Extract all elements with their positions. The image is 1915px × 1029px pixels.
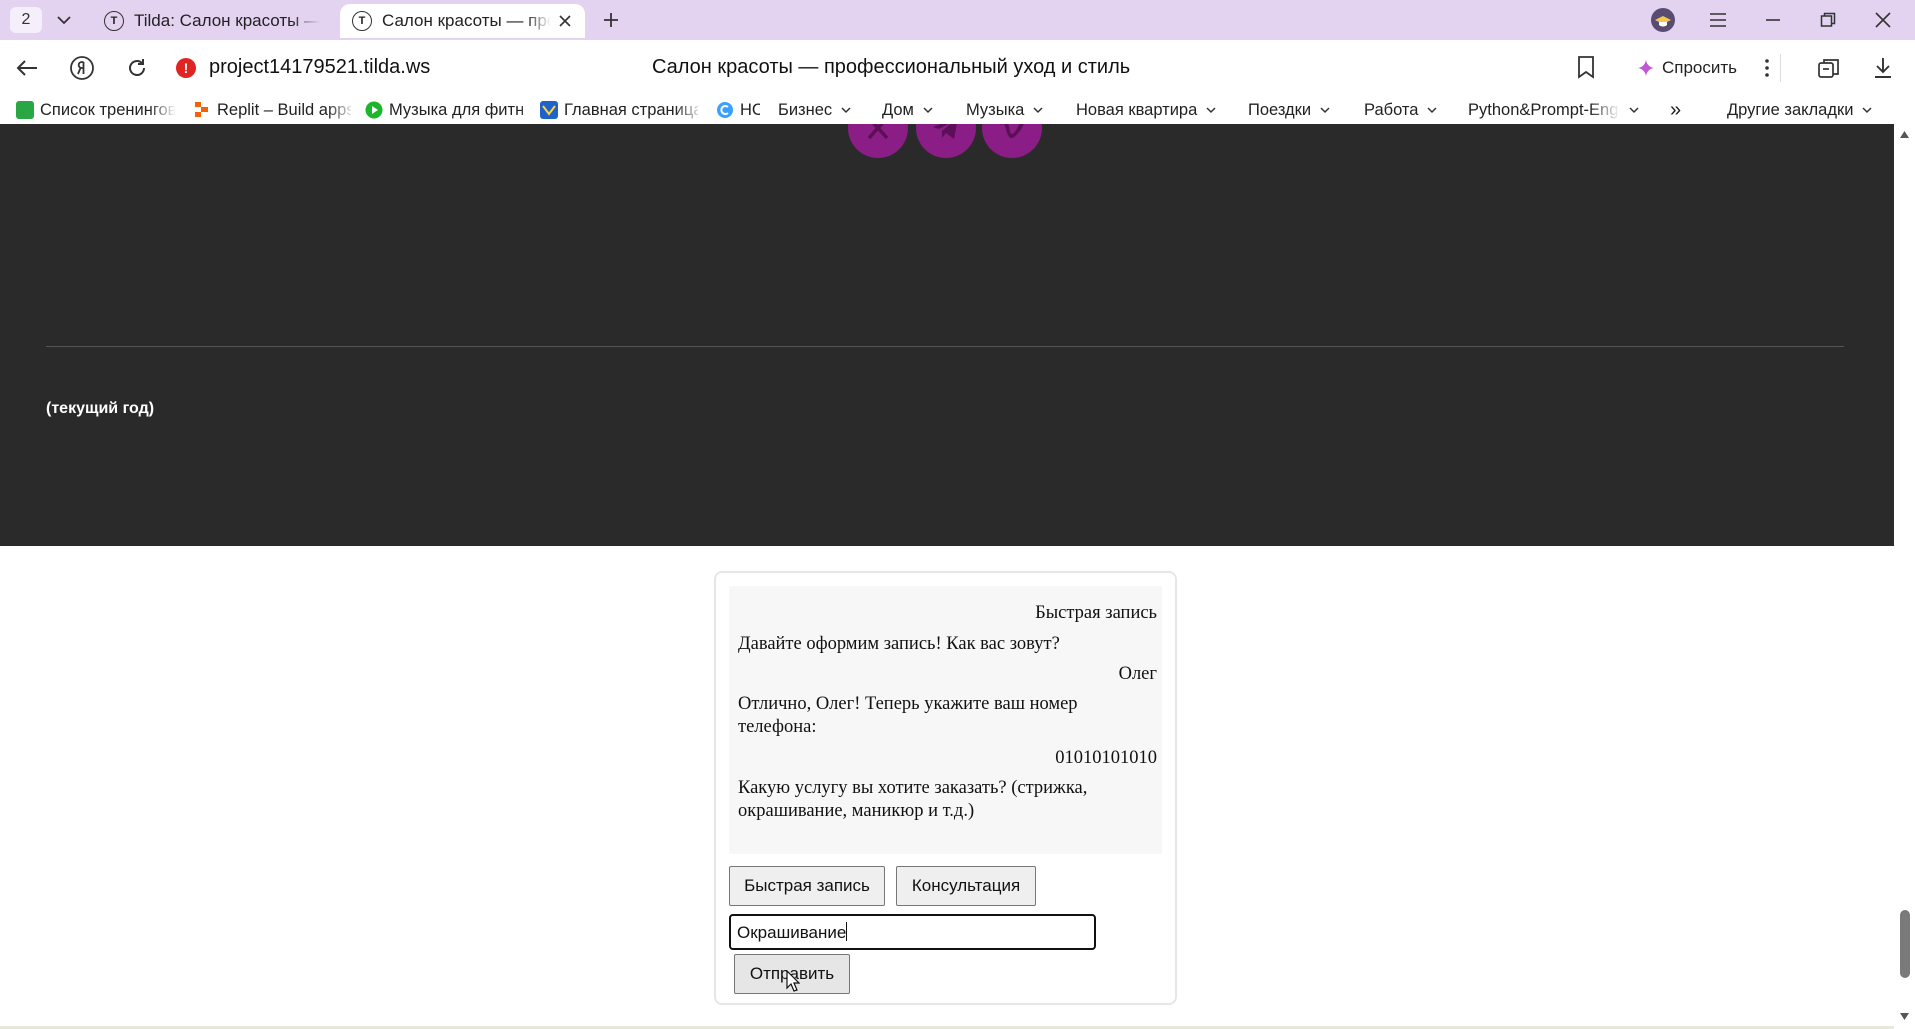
chat-message-user: Быстрая запись	[1035, 603, 1157, 623]
bookmark-folder-trips[interactable]: Поездки	[1248, 96, 1331, 124]
bookmarks-overflow-button[interactable]: »	[1670, 96, 1681, 124]
bookmark-folder-work[interactable]: Работа	[1364, 96, 1438, 124]
bookmark-nc[interactable]: НС	[716, 96, 760, 124]
chevron-down-icon	[1320, 107, 1330, 114]
alice-assistant-icon[interactable]	[1648, 6, 1678, 34]
chat-message-bot: Отлично, Олег! Теперь укажите ваш номер …	[738, 694, 1078, 737]
gosuslugi-icon	[540, 101, 558, 119]
bookmark-label: Главная страница	[564, 100, 698, 119]
copyright-year-text: (текущий год)	[46, 400, 155, 417]
url-field[interactable]: project14179521.tilda.ws	[209, 56, 430, 79]
bookmark-label: Бизнес	[778, 100, 833, 119]
bookmark-folder-new-apartment[interactable]: Новая квартира	[1076, 96, 1217, 124]
bookmark-label: Музыка для фитнеса	[389, 100, 523, 119]
scroll-down-arrow-icon[interactable]	[1899, 1012, 1910, 1021]
more-options-icon[interactable]	[1757, 54, 1777, 82]
text-caret	[846, 922, 848, 941]
chat-message-bot: Давайте оформим запись! Как вас зовут?	[738, 634, 1060, 654]
new-tab-plus-icon[interactable]	[597, 6, 625, 34]
play-icon	[365, 101, 383, 119]
minimize-icon[interactable]	[1758, 6, 1788, 34]
bookmark-page-icon[interactable]	[1576, 55, 1600, 81]
bookmark-label: Музыка	[966, 100, 1025, 119]
bookmark-label: Replit – Build apps	[217, 100, 351, 119]
bookmark-folder-home[interactable]: Дом	[882, 96, 934, 124]
scrollbar-thumb[interactable]	[1900, 910, 1910, 978]
bookmark-label: Дом	[882, 100, 914, 119]
bookmark-label: Новая квартира	[1076, 100, 1198, 119]
chevron-down-icon	[1862, 107, 1872, 114]
site-footer: (текущий год)	[0, 124, 1894, 546]
replit-icon	[195, 102, 208, 117]
chevron-down-icon	[1033, 107, 1043, 114]
close-window-icon[interactable]	[1868, 6, 1898, 34]
restore-icon[interactable]	[1813, 6, 1843, 34]
quick-booking-button[interactable]: Быстрая запись	[729, 866, 885, 906]
chat-message-user: Олег	[1118, 664, 1157, 684]
back-arrow-icon[interactable]	[12, 53, 42, 83]
telegram-icon[interactable]	[916, 124, 976, 158]
chevron-down-icon	[1206, 107, 1216, 114]
bookmark-label: Работа	[1364, 100, 1419, 119]
chat-message-user: 01010101010	[1055, 748, 1157, 768]
bookmark-replit[interactable]: Replit – Build apps	[193, 96, 351, 124]
yandex-logo-icon[interactable]	[67, 53, 97, 83]
bookmark-label: Другие закладки	[1727, 100, 1854, 119]
bookmark-label: Список тренингов	[40, 100, 176, 119]
chevron-down-icon	[1427, 107, 1437, 114]
bookmark-folder-other[interactable]: Другие закладки	[1727, 96, 1873, 124]
bookmark-folder-music[interactable]: Музыка	[966, 96, 1044, 124]
green-leaf-icon	[16, 101, 34, 119]
tilda-favicon-icon: T	[104, 11, 124, 31]
chat-message-bot: Какую услугу вы хотите заказать? (стрижк…	[738, 778, 1088, 821]
chevron-down-icon	[1629, 107, 1639, 114]
tab-title: Tilda: Салон красоты — профессиональный …	[134, 11, 320, 30]
reload-icon[interactable]	[122, 53, 152, 83]
ask-label: Спросить	[1662, 58, 1738, 77]
tab-strip: 2 T Tilda: Салон красоты — профессиональ…	[0, 0, 1915, 40]
ask-ai-button[interactable]: Спросить	[1626, 51, 1748, 85]
divider	[1780, 54, 1781, 82]
x-icon[interactable]	[848, 124, 908, 158]
consultation-button[interactable]: Консультация	[896, 866, 1036, 906]
scroll-up-arrow-icon[interactable]	[1899, 130, 1910, 139]
spark-icon	[1637, 59, 1655, 77]
bookmark-fitness-music[interactable]: Музыка для фитнеса	[365, 96, 523, 124]
c-icon	[717, 102, 733, 118]
bookmark-trainings[interactable]: Список тренингов	[16, 96, 176, 124]
tab-list-chevron-icon[interactable]	[52, 8, 76, 32]
chevron-down-icon	[923, 107, 933, 114]
tilda-favicon-icon: T	[352, 11, 372, 31]
close-tab-icon[interactable]	[557, 13, 573, 29]
booking-chat-widget: Быстрая запись Давайте оформим запись! К…	[714, 571, 1177, 1005]
page-title: Салон красоты — профессиональный уход и …	[652, 56, 1131, 78]
bookmark-folder-python[interactable]: Python&Prompt-Engineering	[1468, 96, 1646, 124]
bookmark-label: Python&Prompt-Engineering	[1468, 100, 1620, 119]
page-viewport: (текущий год) Быстрая запись Давайте офо…	[0, 124, 1894, 1029]
tab-salon[interactable]: T Салон красоты — профессиональный уход …	[340, 4, 585, 38]
bookmark-main-page[interactable]: Главная страница	[540, 96, 698, 124]
chat-input[interactable]: Окрашивание	[729, 914, 1096, 950]
bookmark-label: Поездки	[1248, 100, 1312, 119]
footer-divider	[46, 346, 1844, 347]
bookmark-label: НС	[740, 100, 760, 119]
chat-messages: Быстрая запись Давайте оформим запись! К…	[729, 586, 1162, 854]
menu-icon[interactable]	[1703, 6, 1733, 34]
page-scrollbar[interactable]	[1894, 124, 1915, 1029]
collections-icon[interactable]	[1814, 53, 1844, 83]
downloads-icon[interactable]	[1868, 53, 1898, 83]
chevron-down-icon	[841, 107, 851, 114]
tab-title: Салон красоты — профессиональный уход и …	[382, 11, 551, 30]
vimeo-icon[interactable]	[982, 124, 1042, 158]
bookmark-folder-business[interactable]: Бизнес	[778, 96, 852, 124]
site-warning-icon[interactable]: !	[176, 58, 196, 78]
mouse-cursor-icon	[786, 970, 800, 992]
tab-tilda[interactable]: T Tilda: Салон красоты — профессиональны…	[92, 4, 332, 38]
tab-count-badge[interactable]: 2	[10, 7, 42, 33]
chat-input-value: Окрашивание	[737, 923, 847, 942]
